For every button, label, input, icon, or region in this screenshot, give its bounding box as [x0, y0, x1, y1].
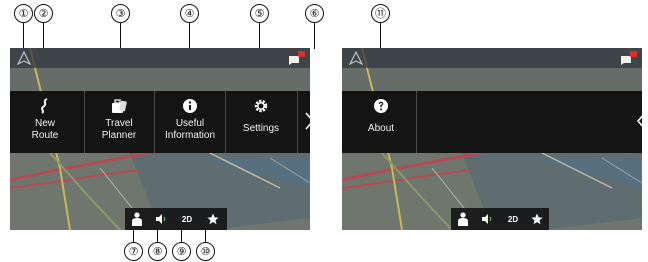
callout-1: ① — [14, 4, 33, 23]
leader-line-1 — [23, 23, 24, 49]
leader-line-6 — [314, 23, 315, 49]
volume-button[interactable] — [153, 210, 169, 228]
menu-item-travel-planner[interactable]: Travel Planner — [84, 91, 154, 153]
navigation-arrow-icon[interactable] — [17, 51, 31, 65]
menu-label-about: About — [367, 123, 395, 134]
navigation-arrow-icon[interactable] — [349, 51, 363, 65]
user-profile-button[interactable] — [129, 210, 145, 228]
star-icon — [531, 213, 543, 225]
menu-item-about[interactable]: About — [346, 91, 416, 153]
top-status-bar — [10, 48, 310, 68]
screen-more-menu: About 2D — [342, 48, 642, 230]
user-profile-button[interactable] — [455, 210, 471, 228]
travel-planner-icon — [112, 99, 127, 113]
callout-7: ⑦ — [124, 242, 143, 261]
callout-11: ⑪ — [371, 4, 390, 23]
person-icon — [458, 212, 468, 226]
callout-9: ⑨ — [172, 242, 191, 261]
about-icon — [374, 99, 388, 113]
chevron-left-icon[interactable] — [635, 109, 642, 133]
volume-button[interactable] — [479, 210, 495, 228]
star-icon — [207, 213, 219, 225]
favorites-button[interactable] — [529, 210, 545, 228]
more-menu-bar: About — [342, 91, 642, 153]
favorites-button[interactable] — [205, 210, 221, 228]
callout-6: ⑥ — [305, 4, 324, 23]
view-mode-button[interactable]: 2D — [177, 210, 197, 228]
callout-2: ② — [34, 4, 53, 23]
new-route-icon — [41, 98, 48, 114]
bottom-quick-bar: 2D — [451, 208, 549, 230]
menu-item-useful-information[interactable]: Useful Information — [155, 91, 225, 153]
menu-label-travel-planner: Travel Planner — [101, 118, 137, 141]
menu-divider — [297, 91, 298, 153]
gear-icon — [254, 99, 268, 113]
menu-label-settings: Settings — [242, 123, 280, 134]
callout-10: ⑩ — [196, 242, 215, 261]
callout-4: ④ — [180, 4, 199, 23]
screen-main-menu: New Route Travel Planner Useful Informat… — [10, 48, 310, 230]
callout-8: ⑧ — [148, 242, 167, 261]
chevron-right-icon[interactable] — [303, 109, 310, 133]
speaker-icon — [482, 214, 492, 224]
menu-divider — [416, 91, 417, 153]
info-icon — [183, 99, 197, 113]
view-mode-button[interactable]: 2D — [503, 210, 523, 228]
bottom-quick-bar: 2D — [125, 208, 227, 230]
message-notification-icon[interactable] — [288, 50, 306, 66]
person-icon — [132, 212, 142, 226]
message-notification-icon[interactable] — [620, 50, 638, 66]
top-status-bar — [342, 48, 642, 68]
main-menu-bar: New Route Travel Planner Useful Informat… — [10, 91, 310, 153]
speaker-icon — [156, 214, 166, 224]
menu-item-new-route[interactable]: New Route — [10, 91, 80, 153]
menu-label-useful-information: Useful Information — [164, 118, 216, 141]
menu-item-settings[interactable]: Settings — [226, 91, 296, 153]
menu-label-new-route: New Route — [31, 118, 59, 141]
callout-3: ③ — [111, 4, 130, 23]
callout-5: ⑤ — [250, 4, 269, 23]
